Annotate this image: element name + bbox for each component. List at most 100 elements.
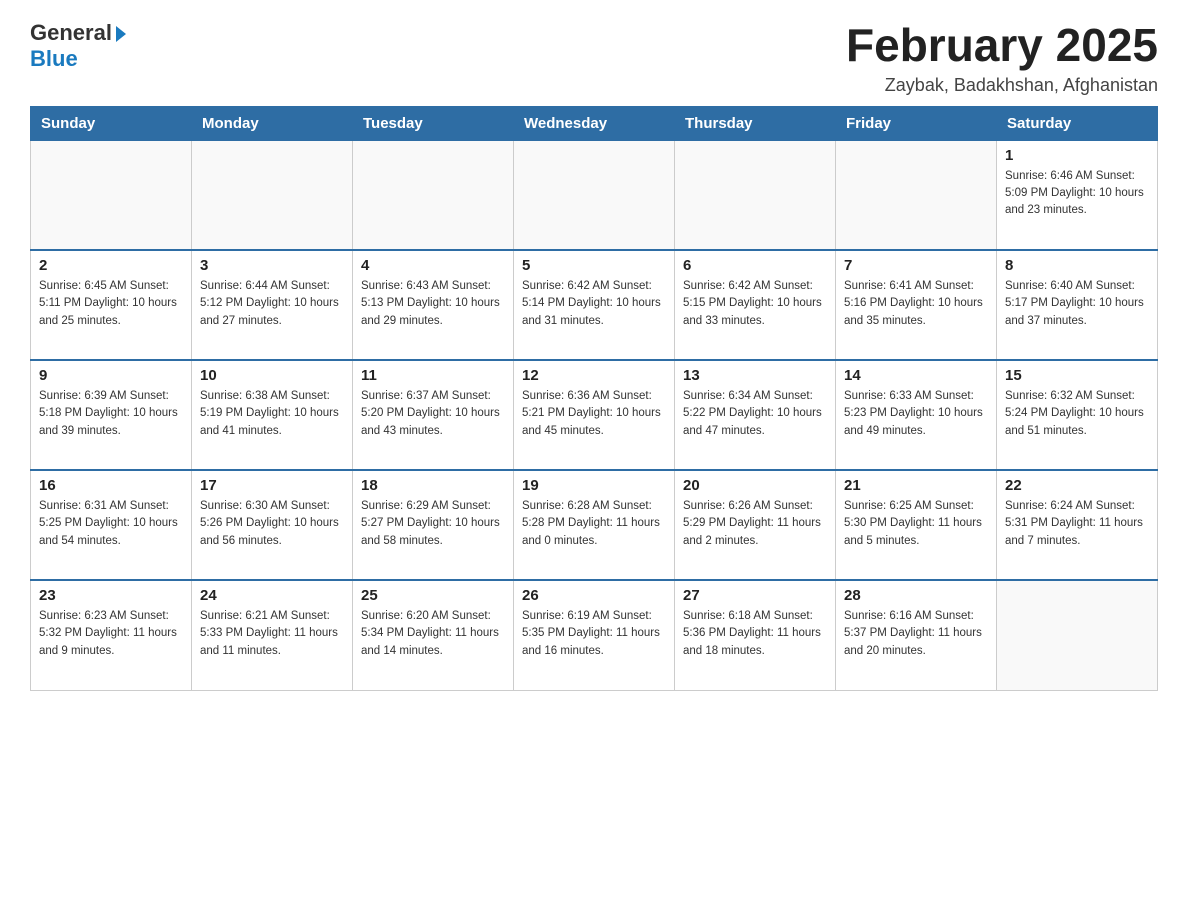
day-number: 1 [1005, 147, 1149, 164]
calendar-cell: 23 Sunrise: 6:23 AM Sunset: 5:32 PM Dayli… [31, 580, 192, 690]
calendar-cell [353, 140, 514, 250]
day-info: Sunrise: 6:30 AM Sunset: 5:26 PM Dayligh… [200, 498, 344, 550]
location-text: Zaybak, Badakhshan, Afghanistan [846, 75, 1158, 96]
day-info: Sunrise: 6:37 AM Sunset: 5:20 PM Dayligh… [361, 388, 505, 440]
calendar-cell [192, 140, 353, 250]
day-info: Sunrise: 6:28 AM Sunset: 5:28 PM Dayligh… [522, 498, 666, 550]
day-info: Sunrise: 6:26 AM Sunset: 5:29 PM Dayligh… [683, 498, 827, 550]
calendar-cell: 8Sunrise: 6:40 AM Sunset: 5:17 PM Daylig… [997, 250, 1158, 360]
day-number: 23 [39, 587, 183, 604]
day-number: 17 [200, 477, 344, 494]
calendar-cell [31, 140, 192, 250]
calendar-cell: 16 Sunrise: 6:31 AM Sunset: 5:25 PM Dayli… [31, 470, 192, 580]
calendar-week-2: 2Sunrise: 6:45 AM Sunset: 5:11 PM Daylig… [31, 250, 1158, 360]
day-info: Sunrise: 6:40 AM Sunset: 5:17 PM Dayligh… [1005, 278, 1149, 330]
weekday-header-tuesday: Tuesday [353, 106, 514, 140]
calendar-cell: 25 Sunrise: 6:20 AM Sunset: 5:34 PM Dayli… [353, 580, 514, 690]
day-info: Sunrise: 6:38 AM Sunset: 5:19 PM Dayligh… [200, 388, 344, 440]
day-number: 5 [522, 257, 666, 274]
day-info: Sunrise: 6:32 AM Sunset: 5:24 PM Dayligh… [1005, 388, 1149, 440]
logo-text: General [30, 20, 126, 46]
day-number: 27 [683, 587, 827, 604]
weekday-header-sunday: Sunday [31, 106, 192, 140]
calendar-cell: 18 Sunrise: 6:29 AM Sunset: 5:27 PM Dayli… [353, 470, 514, 580]
page-header: General Blue February 2025 Zaybak, Badak… [30, 20, 1158, 96]
day-number: 11 [361, 367, 505, 384]
day-number: 13 [683, 367, 827, 384]
calendar-cell [836, 140, 997, 250]
day-info: Sunrise: 6:42 AM Sunset: 5:15 PM Dayligh… [683, 278, 827, 330]
day-number: 28 [844, 587, 988, 604]
day-info: Sunrise: 6:29 AM Sunset: 5:27 PM Dayligh… [361, 498, 505, 550]
day-number: 22 [1005, 477, 1149, 494]
calendar-cell: 7 Sunrise: 6:41 AM Sunset: 5:16 PM Daylig… [836, 250, 997, 360]
day-number: 18 [361, 477, 505, 494]
weekday-header-saturday: Saturday [997, 106, 1158, 140]
calendar-cell: 2Sunrise: 6:45 AM Sunset: 5:11 PM Daylig… [31, 250, 192, 360]
calendar-cell: 15 Sunrise: 6:32 AM Sunset: 5:24 PM Dayli… [997, 360, 1158, 470]
day-number: 3 [200, 257, 344, 274]
day-info: Sunrise: 6:39 AM Sunset: 5:18 PM Dayligh… [39, 388, 183, 440]
calendar-cell [514, 140, 675, 250]
calendar-cell: 10 Sunrise: 6:38 AM Sunset: 5:19 PM Dayli… [192, 360, 353, 470]
day-number: 10 [200, 367, 344, 384]
day-number: 6 [683, 257, 827, 274]
logo-arrow-icon [116, 26, 126, 42]
calendar-cell: 11 Sunrise: 6:37 AM Sunset: 5:20 PM Dayli… [353, 360, 514, 470]
day-number: 25 [361, 587, 505, 604]
logo-blue-text: Blue [30, 46, 78, 72]
day-info: Sunrise: 6:34 AM Sunset: 5:22 PM Dayligh… [683, 388, 827, 440]
month-title: February 2025 [846, 20, 1158, 71]
calendar-cell: 9 Sunrise: 6:39 AM Sunset: 5:18 PM Daylig… [31, 360, 192, 470]
calendar-week-1: 1 Sunrise: 6:46 AM Sunset: 5:09 PM Daylig… [31, 140, 1158, 250]
day-info: Sunrise: 6:41 AM Sunset: 5:16 PM Dayligh… [844, 278, 988, 330]
day-info: Sunrise: 6:42 AM Sunset: 5:14 PM Dayligh… [522, 278, 666, 330]
day-info: Sunrise: 6:20 AM Sunset: 5:34 PM Dayligh… [361, 608, 505, 660]
day-number: 7 [844, 257, 988, 274]
day-number: 26 [522, 587, 666, 604]
day-number: 12 [522, 367, 666, 384]
weekday-header-wednesday: Wednesday [514, 106, 675, 140]
day-info: Sunrise: 6:25 AM Sunset: 5:30 PM Dayligh… [844, 498, 988, 550]
day-info: Sunrise: 6:31 AM Sunset: 5:25 PM Dayligh… [39, 498, 183, 550]
calendar-cell: 26 Sunrise: 6:19 AM Sunset: 5:35 PM Dayli… [514, 580, 675, 690]
weekday-header-thursday: Thursday [675, 106, 836, 140]
calendar-cell: 1 Sunrise: 6:46 AM Sunset: 5:09 PM Daylig… [997, 140, 1158, 250]
calendar-cell [675, 140, 836, 250]
day-number: 9 [39, 367, 183, 384]
day-number: 14 [844, 367, 988, 384]
calendar-cell: 12 Sunrise: 6:36 AM Sunset: 5:21 PM Dayli… [514, 360, 675, 470]
calendar-cell: 28 Sunrise: 6:16 AM Sunset: 5:37 PM Dayli… [836, 580, 997, 690]
day-number: 19 [522, 477, 666, 494]
day-info: Sunrise: 6:19 AM Sunset: 5:35 PM Dayligh… [522, 608, 666, 660]
day-number: 16 [39, 477, 183, 494]
calendar-cell: 24 Sunrise: 6:21 AM Sunset: 5:33 PM Dayli… [192, 580, 353, 690]
calendar-cell: 3Sunrise: 6:44 AM Sunset: 5:12 PM Daylig… [192, 250, 353, 360]
day-info: Sunrise: 6:23 AM Sunset: 5:32 PM Dayligh… [39, 608, 183, 660]
calendar-week-3: 9 Sunrise: 6:39 AM Sunset: 5:18 PM Daylig… [31, 360, 1158, 470]
logo: General Blue [30, 20, 126, 72]
day-number: 4 [361, 257, 505, 274]
calendar-cell: 6 Sunrise: 6:42 AM Sunset: 5:15 PM Daylig… [675, 250, 836, 360]
calendar-cell: 13 Sunrise: 6:34 AM Sunset: 5:22 PM Dayli… [675, 360, 836, 470]
calendar-cell: 5 Sunrise: 6:42 AM Sunset: 5:14 PM Daylig… [514, 250, 675, 360]
calendar-table: SundayMondayTuesdayWednesdayThursdayFrid… [30, 106, 1158, 691]
calendar-cell: 27Sunrise: 6:18 AM Sunset: 5:36 PM Dayli… [675, 580, 836, 690]
calendar-week-5: 23 Sunrise: 6:23 AM Sunset: 5:32 PM Dayli… [31, 580, 1158, 690]
day-info: Sunrise: 6:16 AM Sunset: 5:37 PM Dayligh… [844, 608, 988, 660]
day-number: 24 [200, 587, 344, 604]
weekday-header-friday: Friday [836, 106, 997, 140]
day-info: Sunrise: 6:36 AM Sunset: 5:21 PM Dayligh… [522, 388, 666, 440]
day-number: 15 [1005, 367, 1149, 384]
calendar-cell: 21Sunrise: 6:25 AM Sunset: 5:30 PM Dayli… [836, 470, 997, 580]
logo-general-text: General [30, 20, 112, 46]
weekday-header-monday: Monday [192, 106, 353, 140]
calendar-cell: 19 Sunrise: 6:28 AM Sunset: 5:28 PM Dayli… [514, 470, 675, 580]
day-info: Sunrise: 6:33 AM Sunset: 5:23 PM Dayligh… [844, 388, 988, 440]
day-info: Sunrise: 6:46 AM Sunset: 5:09 PM Dayligh… [1005, 168, 1149, 220]
day-info: Sunrise: 6:21 AM Sunset: 5:33 PM Dayligh… [200, 608, 344, 660]
calendar-cell: 22 Sunrise: 6:24 AM Sunset: 5:31 PM Dayli… [997, 470, 1158, 580]
day-info: Sunrise: 6:24 AM Sunset: 5:31 PM Dayligh… [1005, 498, 1149, 550]
calendar-cell: 4Sunrise: 6:43 AM Sunset: 5:13 PM Daylig… [353, 250, 514, 360]
calendar-cell: 20Sunrise: 6:26 AM Sunset: 5:29 PM Dayli… [675, 470, 836, 580]
